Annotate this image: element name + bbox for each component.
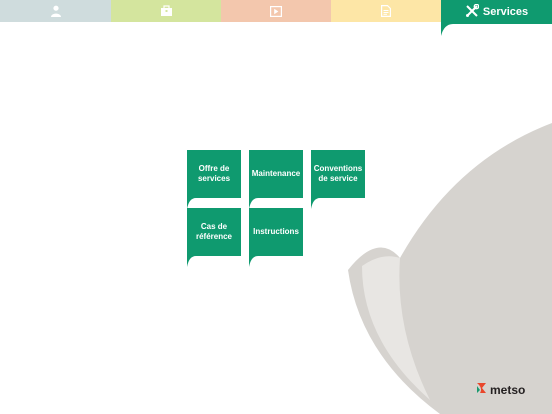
tile-label: Cas de référence xyxy=(195,222,233,241)
metso-logo: metso xyxy=(476,381,525,399)
tile-reference-cases[interactable]: Cas de référence xyxy=(187,208,241,267)
tile-instructions[interactable]: Instructions xyxy=(249,208,303,267)
tile-service-agreements[interactable]: Conventions de service xyxy=(311,150,365,209)
tile-label: Instructions xyxy=(253,227,299,236)
tile-maintenance[interactable]: Maintenance xyxy=(249,150,303,209)
tile-service-offering[interactable]: Offre de services xyxy=(187,150,241,209)
tile-label: Offre de services xyxy=(197,164,231,183)
metso-logo-mark-icon xyxy=(476,381,488,399)
metso-logo-text: metso xyxy=(490,383,526,397)
tile-label: Maintenance xyxy=(251,169,301,178)
tile-label: Conventions de service xyxy=(313,164,363,183)
